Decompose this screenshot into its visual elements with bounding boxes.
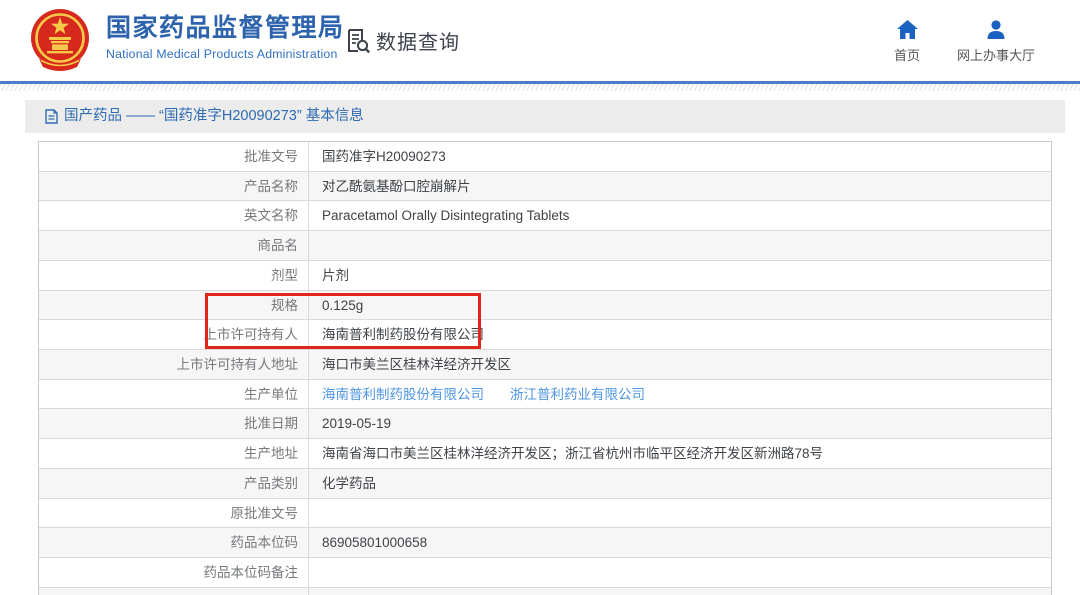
content-panel: 国产药品 —— “国药准字H20090273” 基本信息 批准文号 国药准字H2… <box>25 100 1065 595</box>
table-row: 批准日期 2019-05-19 <box>39 409 1051 439</box>
table-row: 上市许可持有人 海南普利制药股份有限公司 <box>39 320 1051 350</box>
table-row-partial <box>39 588 1051 595</box>
nav-home-label: 首页 <box>878 45 936 64</box>
row-label: 药品本位码备注 <box>39 558 309 587</box>
row-value: 海南省海口市美兰区桂林洋经济开发区；浙江省杭州市临平区经济开发区新洲路78号 <box>309 439 1051 468</box>
row-value: 对乙酰氨基酚口腔崩解片 <box>309 172 1051 201</box>
row-label: 批准文号 <box>39 142 309 171</box>
row-value: 0.125g <box>309 291 1051 320</box>
doc-search-icon <box>344 27 371 54</box>
user-icon <box>986 20 1006 39</box>
row-value: 2019-05-19 <box>309 409 1051 438</box>
row-value: 化学药品 <box>309 469 1051 498</box>
info-table: 批准文号 国药准字H20090273 产品名称 对乙酰氨基酚口腔崩解片 英文名称… <box>38 141 1052 595</box>
panel-title-bar: 国产药品 —— “国药准字H20090273” 基本信息 <box>25 100 1065 133</box>
producer-link[interactable]: 浙江普利药业有限公司 <box>510 387 645 402</box>
table-row: 产品类别 化学药品 <box>39 469 1051 499</box>
row-label: 批准日期 <box>39 409 309 438</box>
row-value <box>309 499 1051 528</box>
row-value: 86905801000658 <box>309 528 1051 557</box>
nav-hall-label: 网上办事大厅 <box>931 45 1061 64</box>
table-row: 生产单位 海南普利制药股份有限公司 浙江普利药业有限公司 <box>39 380 1051 410</box>
row-value: 片剂 <box>309 261 1051 290</box>
table-row: 生产地址 海南省海口市美兰区桂林洋经济开发区；浙江省杭州市临平区经济开发区新洲路… <box>39 439 1051 469</box>
row-value: Paracetamol Orally Disintegrating Tablet… <box>309 201 1051 230</box>
table-row: 批准文号 国药准字H20090273 <box>39 142 1051 172</box>
table-row: 规格 0.125g <box>39 291 1051 321</box>
row-label: 剂型 <box>39 261 309 290</box>
row-label: 上市许可持有人 <box>39 320 309 349</box>
nav-item-service-hall[interactable]: 网上办事大厅 <box>931 20 1061 64</box>
table-row: 药品本位码 86905801000658 <box>39 528 1051 558</box>
row-label: 产品类别 <box>39 469 309 498</box>
row-value: 海口市美兰区桂林洋经济开发区 <box>309 350 1051 379</box>
table-row: 药品本位码备注 <box>39 558 1051 588</box>
data-query-link[interactable]: 数据查询 <box>344 26 460 55</box>
row-value <box>309 558 1051 587</box>
row-value: 海南普利制药股份有限公司 <box>309 320 1051 349</box>
row-label: 规格 <box>39 291 309 320</box>
row-label: 原批准文号 <box>39 499 309 528</box>
row-label: 药品本位码 <box>39 528 309 557</box>
row-value: 海南普利制药股份有限公司 浙江普利药业有限公司 <box>309 380 1051 409</box>
row-label: 生产地址 <box>39 439 309 468</box>
producer-link[interactable]: 海南普利制药股份有限公司 <box>322 387 484 402</box>
row-label: 上市许可持有人地址 <box>39 350 309 379</box>
row-value <box>309 231 1051 260</box>
header-hatch-band <box>0 84 1080 91</box>
table-row: 产品名称 对乙酰氨基酚口腔崩解片 <box>39 172 1051 202</box>
document-icon <box>45 109 58 124</box>
row-label: 产品名称 <box>39 172 309 201</box>
row-label <box>39 588 309 595</box>
row-label: 生产单位 <box>39 380 309 409</box>
panel-title: 国产药品 —— “国药准字H20090273” 基本信息 <box>64 100 364 133</box>
table-row: 原批准文号 <box>39 499 1051 529</box>
row-label: 商品名 <box>39 231 309 260</box>
table-row: 英文名称 Paracetamol Orally Disintegrating T… <box>39 201 1051 231</box>
data-query-label: 数据查询 <box>376 26 460 55</box>
row-label: 英文名称 <box>39 201 309 230</box>
brand-title: 国家药品监督管理局 <box>106 13 345 43</box>
brand-subtitle: National Medical Products Administration <box>106 47 345 61</box>
row-value <box>309 588 1051 595</box>
page-header: 国家药品监督管理局 National Medical Products Admi… <box>0 0 1080 81</box>
home-icon <box>897 20 918 39</box>
table-row: 上市许可持有人地址 海口市美兰区桂林洋经济开发区 <box>39 350 1051 380</box>
nav-item-home[interactable]: 首页 <box>878 20 936 64</box>
nmpa-emblem-logo[interactable] <box>27 7 93 73</box>
table-row: 商品名 <box>39 231 1051 261</box>
brand-block: 国家药品监督管理局 National Medical Products Admi… <box>106 13 345 61</box>
table-row: 剂型 片剂 <box>39 261 1051 291</box>
row-value: 国药准字H20090273 <box>309 142 1051 171</box>
